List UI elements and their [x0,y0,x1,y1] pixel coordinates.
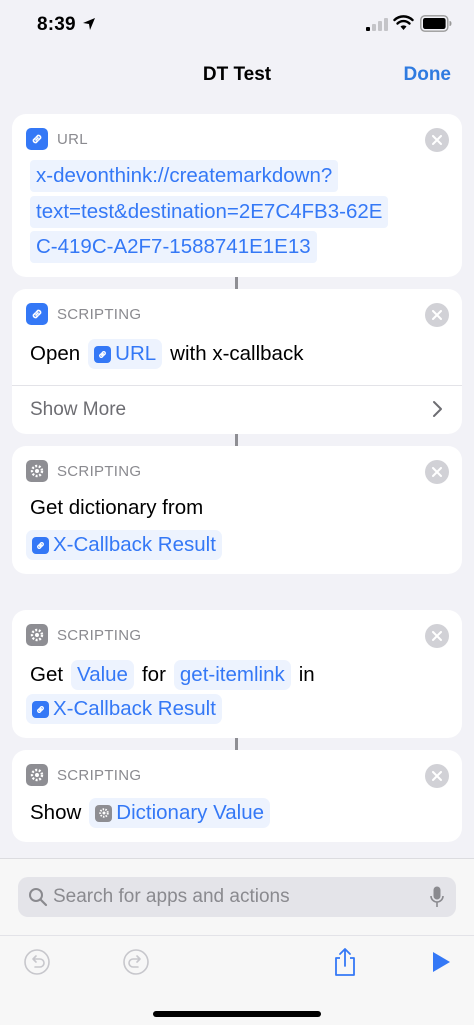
chevron-right-icon [433,401,442,417]
play-icon [433,952,450,972]
share-button[interactable] [330,947,360,977]
action-category-label: SCRIPTING [57,766,142,784]
url-text-line-2[interactable]: text=test&destination=2E7C4FB3-62E [30,196,389,228]
action-header: SCRIPTING [26,303,141,325]
search-icon [29,888,48,907]
link-icon [32,700,49,718]
show-result-action-card[interactable]: SCRIPTING Show Dictionary Value [12,750,462,842]
action-text: Get dictionary from [30,496,204,519]
url-text-line-1[interactable]: x-devonthink://createmarkdown? [30,160,339,192]
action-text: in [298,663,315,686]
navigation-bar: DT Test Done [0,50,474,102]
action-header: SCRIPTING [26,624,141,646]
token-label: X-Callback Result [53,533,216,556]
action-sentence: Get dictionary from [30,496,203,520]
undo-icon [24,949,50,975]
divider [12,385,462,386]
action-connector [235,277,238,289]
x-callback-result-token[interactable]: X-Callback Result [26,694,222,724]
action-sentence: Show Dictionary Value [30,798,278,828]
close-icon [432,135,442,145]
microphone-icon[interactable] [430,886,444,908]
link-icon [26,303,48,325]
battery-icon [420,15,452,32]
open-url-action-card[interactable]: SCRIPTING Open URL with x-callback Show … [12,289,462,434]
home-indicator [153,1011,321,1017]
cellular-signal-icon [366,18,388,31]
remove-action-button[interactable] [425,303,449,327]
link-icon [32,536,49,554]
action-text: for [141,663,166,686]
close-icon [432,467,442,477]
location-arrow-icon [83,18,95,30]
action-header: SCRIPTING [26,764,141,786]
action-category-label: SCRIPTING [57,462,142,480]
action-category-label: SCRIPTING [57,305,142,323]
gear-icon [26,460,48,482]
url-action-card[interactable]: URL x-devonthink://createmarkdown? text=… [12,114,462,277]
action-category-label: URL [57,130,88,148]
action-text: with x-callback [170,342,304,365]
redo-button[interactable] [121,947,151,977]
toolbar-divider [0,935,474,936]
wifi-icon [393,15,414,30]
action-header: URL [26,128,88,150]
remove-action-button[interactable] [425,764,449,788]
action-header: SCRIPTING [26,460,141,482]
key-token[interactable]: get-itemlink [173,660,291,690]
gear-icon [95,804,113,822]
url-text-line-3[interactable]: C-419C-A2F7-1588741E1E13 [30,231,317,263]
x-callback-result-token[interactable]: X-Callback Result [26,530,222,560]
token-label: URL [115,342,157,365]
redo-icon [123,949,149,975]
status-time: 8:39 [37,14,76,35]
share-icon [335,948,355,976]
get-value-action-card[interactable]: SCRIPTING Get Value for get-itemlink in … [12,610,462,738]
undo-button[interactable] [22,947,52,977]
remove-action-button[interactable] [425,460,449,484]
action-category-label: SCRIPTING [57,626,142,644]
remove-action-button[interactable] [425,624,449,648]
action-sentence: X-Callback Result [26,530,230,560]
run-button[interactable] [426,947,456,977]
search-placeholder: Search for apps and actions [53,886,290,907]
remove-action-button[interactable] [425,128,449,152]
gear-icon [26,624,48,646]
action-connector [235,738,238,750]
url-variable-token[interactable]: URL [88,339,163,369]
action-text: Get [30,663,64,686]
action-sentence: Get Value for get-itemlink in [30,660,315,690]
token-label: Dictionary Value [116,801,265,824]
action-search-panel: Search for apps and actions [0,858,474,1025]
value-type-token[interactable]: Value [71,660,134,690]
gear-icon [26,764,48,786]
action-text: Open [30,342,81,365]
show-more-button[interactable]: Show More [30,399,126,421]
close-icon [432,310,442,320]
close-icon [432,771,442,781]
link-icon [94,345,112,363]
dictionary-value-token[interactable]: Dictionary Value [89,798,271,828]
action-text: Show [30,801,82,824]
link-icon [26,128,48,150]
close-icon [432,631,442,641]
action-sentence: Open URL with x-callback [30,339,303,369]
action-sentence: X-Callback Result [26,694,230,724]
token-label: X-Callback Result [53,697,216,720]
action-connector [235,434,238,446]
status-bar: 8:39 [0,0,474,50]
search-input[interactable]: Search for apps and actions [18,877,456,917]
done-button[interactable]: Done [404,64,452,86]
get-dictionary-action-card[interactable]: SCRIPTING Get dictionary from X-Callback… [12,446,462,574]
